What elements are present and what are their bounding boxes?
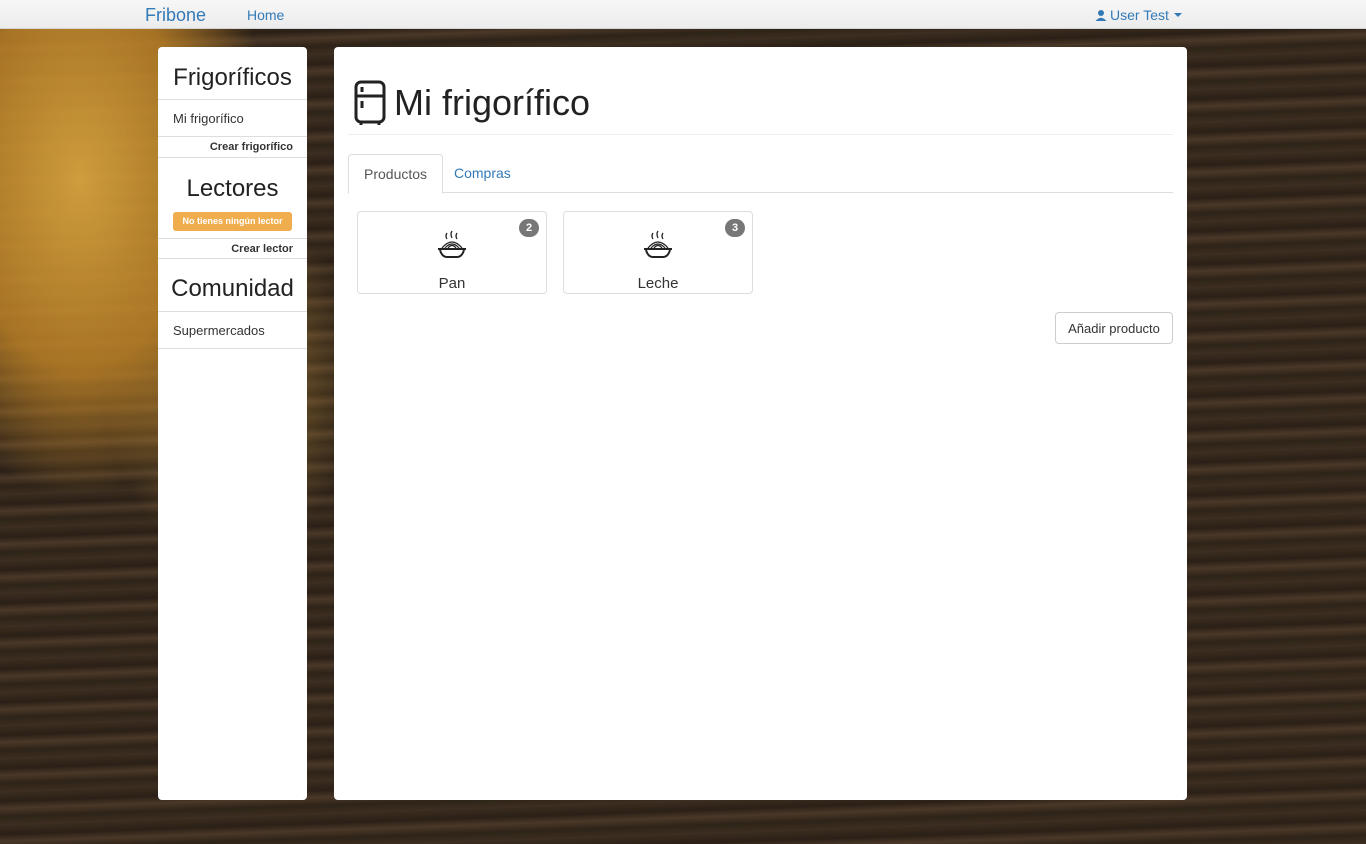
brand-link[interactable]: Fribone xyxy=(145,5,206,26)
page-title: Mi frigorífico xyxy=(394,81,591,123)
product-count-badge: 3 xyxy=(725,219,745,237)
product-name: Pan xyxy=(438,275,466,292)
product-name: Leche xyxy=(637,275,679,292)
user-name: User Test xyxy=(1110,7,1169,23)
tab-bar: Productos Compras xyxy=(348,154,1173,194)
product-card-leche[interactable]: Leche 3 xyxy=(563,211,753,294)
sidebar-item-supermercados[interactable]: Supermercados xyxy=(158,311,307,349)
fridge-icon xyxy=(354,80,386,125)
food-bowl-icon xyxy=(438,230,466,258)
sidebar-item-mi-frigorifico[interactable]: Mi frigorífico xyxy=(158,99,307,137)
no-readers-badge: No tienes ningún lector xyxy=(173,212,292,231)
food-bowl-icon xyxy=(644,230,672,258)
main-panel: Mi frigorífico Productos Compras Pan 2 L… xyxy=(334,47,1187,800)
sidebar: Frigoríficos Mi frigorífico Crear frigor… xyxy=(158,47,307,800)
create-fridge-link[interactable]: Crear frigorífico xyxy=(158,137,307,158)
caret-down-icon xyxy=(1173,13,1182,17)
tab-compras[interactable]: Compras xyxy=(439,154,526,193)
top-navbar: Fribone Home User Test xyxy=(0,0,1366,29)
page-header: Mi frigorífico xyxy=(348,71,1173,135)
product-card-pan[interactable]: Pan 2 xyxy=(357,211,547,294)
nav-home-link[interactable]: Home xyxy=(247,7,284,23)
add-product-button[interactable]: Añadir producto xyxy=(1055,312,1173,344)
community-heading: Comunidad xyxy=(171,275,294,302)
product-count-badge: 2 xyxy=(519,219,539,237)
user-icon xyxy=(1095,10,1107,21)
readers-heading: Lectores xyxy=(186,175,279,202)
user-menu-dropdown[interactable]: User Test xyxy=(1095,7,1182,23)
create-reader-link[interactable]: Crear lector xyxy=(158,238,307,259)
tab-productos[interactable]: Productos xyxy=(348,154,444,194)
fridges-heading: Frigoríficos xyxy=(173,64,292,91)
